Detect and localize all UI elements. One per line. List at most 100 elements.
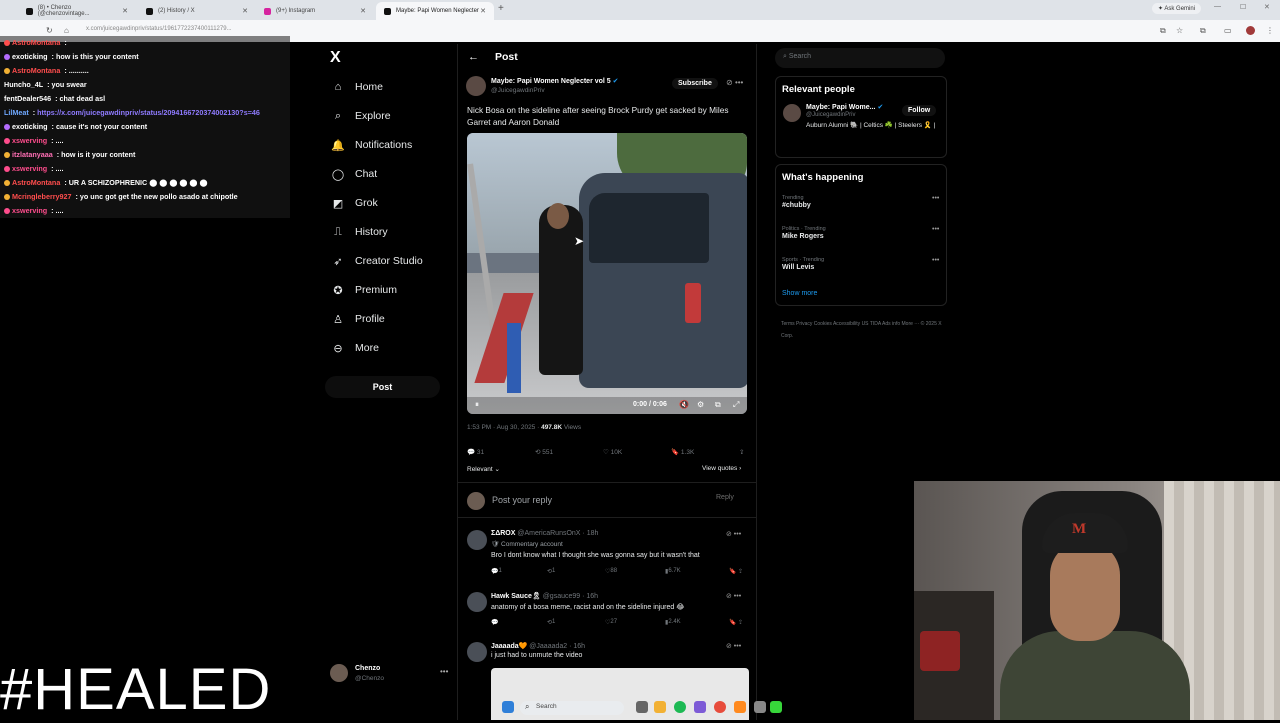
browser-tab-active[interactable]: Maybe: Papi Women Neglecter ✕ <box>376 2 494 20</box>
taskbar-search[interactable]: ⌕ Search <box>520 701 624 715</box>
person-handle[interactable]: @JuicegawdinPriv <box>806 112 855 118</box>
reply-action[interactable]: 💬 1 <box>491 568 502 575</box>
share-icon[interactable]: ⇪ <box>739 448 744 456</box>
browser-tab[interactable]: (9+) Instagram ✕ <box>256 2 374 20</box>
view-quotes-link[interactable]: View quotes › <box>702 465 741 472</box>
browser-profile-avatar[interactable] <box>1246 26 1255 35</box>
windows-start-icon[interactable] <box>502 701 514 713</box>
more-icon[interactable]: ••• <box>735 78 743 87</box>
author-name[interactable]: Maybe: Papi Women Neglecter vol 5 ✔ <box>491 77 619 85</box>
reply-item[interactable]: Hawk Sauce🎗 @gsauce99 · 16h anatomy of a… <box>458 590 756 640</box>
reply-input[interactable]: Post your reply <box>492 495 552 505</box>
bookmark-star-icon[interactable]: ☆ <box>1176 26 1183 35</box>
close-icon[interactable]: ✕ <box>122 7 128 15</box>
mute-icon[interactable]: 🔇 <box>679 400 689 409</box>
sidebar-icon[interactable]: ▭ <box>1224 26 1232 35</box>
url-text[interactable]: x.com/juicegawdinpriv/status/19617722374… <box>86 26 232 32</box>
install-icon[interactable]: ⧉ <box>1160 26 1166 36</box>
menu-icon[interactable]: ⋮ <box>1266 26 1274 35</box>
browser-tab[interactable]: (8) • Chenzo (@chenzovintage... ✕ <box>18 2 136 20</box>
avatar[interactable] <box>466 76 486 96</box>
nav-item-history[interactable]: ⎍ History <box>330 222 388 242</box>
app-icon[interactable] <box>734 701 746 713</box>
reply-composer[interactable]: Post your reply Reply <box>458 482 756 518</box>
nav-item-creator-studio[interactable]: ➶ Creator Studio <box>330 251 422 271</box>
subscribe-button[interactable]: Subscribe <box>672 78 718 89</box>
reply-author[interactable]: Jaaaada🧡 @Jaaaada2 · 16h <box>491 642 585 650</box>
reload-icon[interactable]: ↻ <box>46 26 53 35</box>
reply-author[interactable]: ΣΔROX @AmericaRunsOnX · 18h <box>491 530 598 537</box>
views-action[interactable]: ▮ 6.7K <box>665 568 681 575</box>
reply-button[interactable]: Reply <box>716 494 734 501</box>
close-icon[interactable]: ✕ <box>242 7 248 15</box>
reply-action[interactable]: 💬 31 <box>467 448 484 456</box>
avatar[interactable] <box>467 642 487 662</box>
extensions-icon[interactable]: ⧉ <box>1200 26 1206 36</box>
trend-item[interactable]: Trending #chubby ••• <box>782 195 942 209</box>
nav-item-profile[interactable]: ♙ Profile <box>330 309 385 329</box>
new-tab-button[interactable]: + <box>498 3 504 14</box>
search-input[interactable]: ⌕ Search <box>775 48 945 68</box>
reply-author[interactable]: Hawk Sauce🎗 @gsauce99 · 16h <box>491 592 598 600</box>
nav-item-premium[interactable]: ✪ Premium <box>330 280 397 300</box>
post-button[interactable]: Post <box>325 376 440 398</box>
repost-action[interactable]: ⟲ 551 <box>535 448 553 456</box>
maximize-icon[interactable]: ☐ <box>1240 3 1246 11</box>
spotify-icon[interactable] <box>674 701 686 713</box>
discord-icon[interactable] <box>694 701 706 713</box>
browser-tab[interactable]: (2) History / X ✕ <box>138 2 256 20</box>
nav-item-grok[interactable]: ◩ Grok <box>330 193 378 213</box>
close-window-icon[interactable]: ✕ <box>1264 3 1270 11</box>
home-icon[interactable]: ⌂ <box>64 26 69 35</box>
nav-item-chat[interactable]: ◯ Chat <box>330 164 377 184</box>
task-view-icon[interactable] <box>636 701 648 713</box>
reply-item[interactable]: ΣΔROX @AmericaRunsOnX · 18h 🛡 Commentary… <box>458 528 756 584</box>
x-logo[interactable]: X <box>330 49 341 67</box>
person-name[interactable]: Maybe: Papi Wome... ✔ <box>806 103 883 111</box>
more-icon[interactable]: ⊘ ••• <box>726 530 741 538</box>
bookmark-action[interactable]: 🔖 1.3K <box>671 448 694 456</box>
trend-item[interactable]: Sports · Trending Will Levis ••• <box>782 257 942 271</box>
chrome-icon[interactable] <box>714 701 726 713</box>
more-icon[interactable]: ⊘ ••• <box>726 642 741 650</box>
bookmark-icon[interactable]: 🔖 ⇪ <box>729 619 743 626</box>
bookmark-icon[interactable]: 🔖 ⇪ <box>729 568 743 575</box>
repost-action[interactable]: ⟲ 1 <box>547 568 555 575</box>
app-icon[interactable] <box>754 701 766 713</box>
nav-item-explore[interactable]: ⌕ Explore <box>330 106 391 126</box>
like-action[interactable]: ♡ 10K <box>603 448 622 456</box>
minimize-icon[interactable]: — <box>1214 3 1221 10</box>
avatar[interactable] <box>783 104 801 122</box>
sort-replies-dropdown[interactable]: Relevant ⌄ <box>467 465 500 473</box>
like-action[interactable]: ♡ 88 <box>605 568 617 575</box>
more-icon[interactable]: ••• <box>440 667 448 676</box>
nav-item-home[interactable]: ⌂ Home <box>330 77 383 97</box>
back-arrow-icon[interactable]: ← <box>468 51 479 63</box>
post-timestamp[interactable]: 1:53 PM · Aug 30, 2025 · <box>467 424 541 431</box>
pause-icon[interactable]: ⏸ <box>475 400 479 410</box>
show-more-link[interactable]: Show more <box>782 290 817 297</box>
more-icon[interactable]: ••• <box>932 257 939 264</box>
more-icon[interactable]: ⊘ ••• <box>726 592 741 600</box>
pip-icon[interactable]: ⧉ <box>715 400 721 410</box>
more-icon[interactable]: ••• <box>932 195 939 202</box>
close-icon[interactable]: ✕ <box>360 7 366 15</box>
ask-gemini-button[interactable]: ✦ Ask Gemini <box>1152 3 1202 14</box>
views-action[interactable]: ▮ 2.4K <box>665 619 681 626</box>
grok-icon[interactable]: ⊘ ••• <box>726 78 743 87</box>
repost-action[interactable]: ⟲ 1 <box>547 619 555 626</box>
reply-action[interactable]: 💬 <box>491 619 498 626</box>
author-handle[interactable]: @JuicegawdinPriv <box>491 87 545 94</box>
follow-button[interactable]: Follow <box>902 105 937 116</box>
more-icon[interactable]: ••• <box>932 226 939 233</box>
nav-item-notifications[interactable]: 🔔 Notifications <box>330 135 412 155</box>
account-switcher[interactable]: Chenzo @Chenzo ••• <box>330 663 450 687</box>
close-icon[interactable]: ✕ <box>480 7 486 15</box>
footer-links[interactable]: Terms Privacy Cookies Accessibility US T… <box>781 318 951 342</box>
kick-icon[interactable] <box>770 701 782 713</box>
like-action[interactable]: ♡ 27 <box>605 619 617 626</box>
file-explorer-icon[interactable] <box>654 701 666 713</box>
fullscreen-icon[interactable]: ⤢ <box>733 400 739 410</box>
trend-item[interactable]: Politics · Trending Mike Rogers ••• <box>782 226 942 240</box>
avatar[interactable] <box>467 530 487 550</box>
